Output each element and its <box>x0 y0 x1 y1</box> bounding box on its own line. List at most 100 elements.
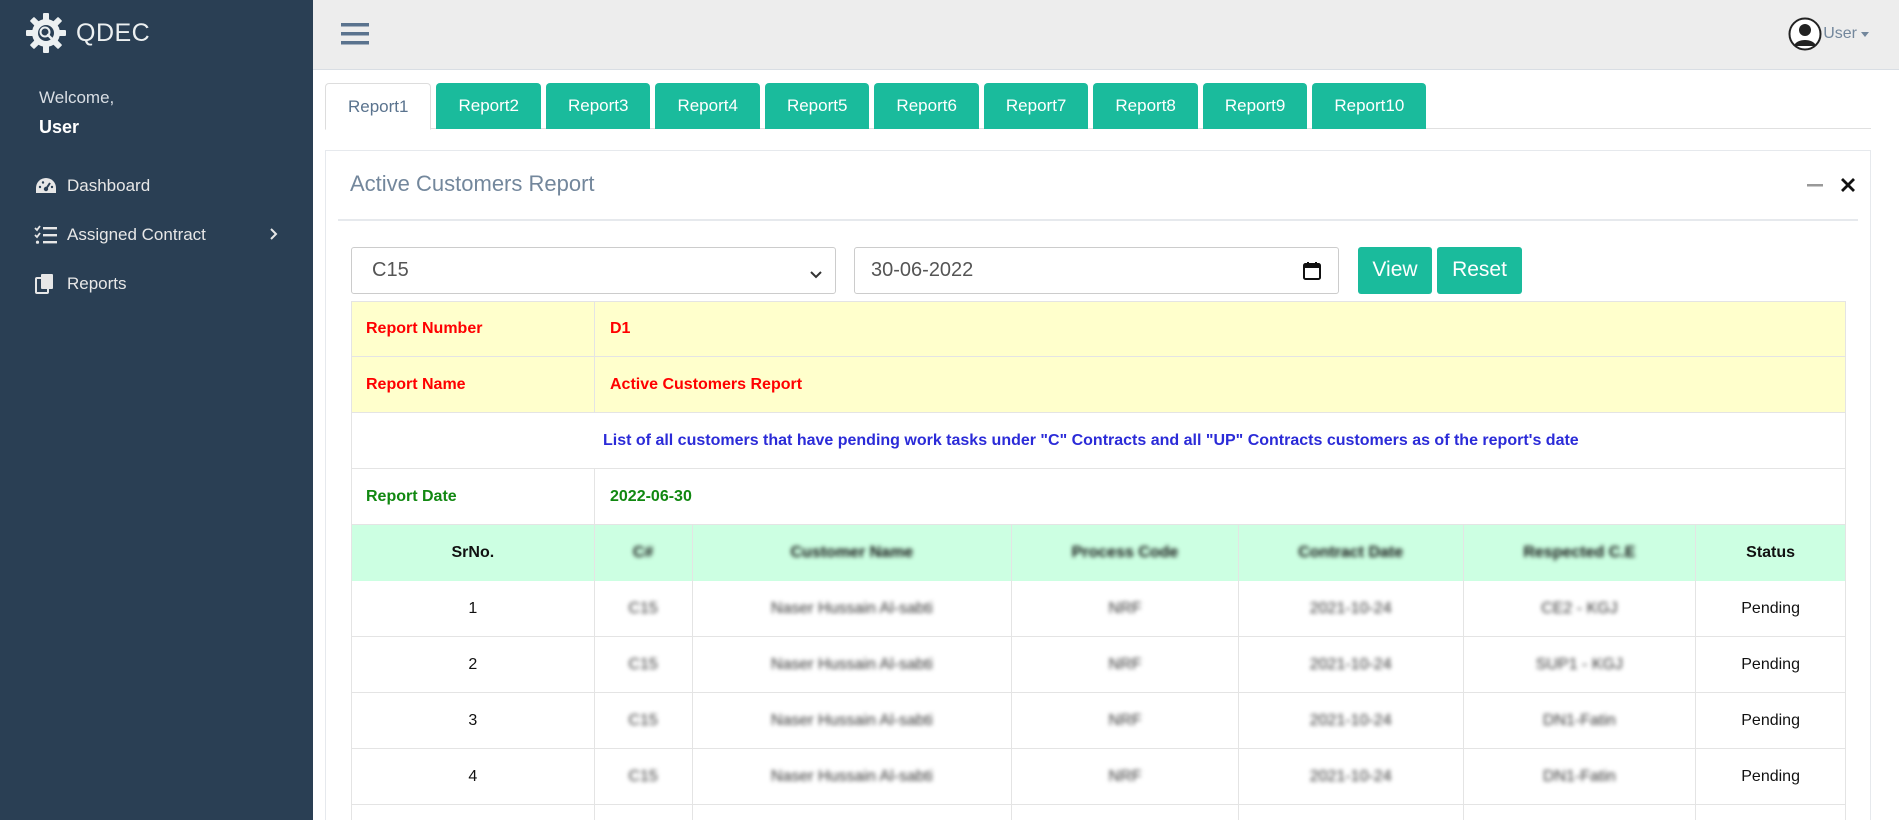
cell-customer-name-text: Naser Hussain Al-sabti <box>770 767 933 785</box>
header-process-code-label: Process Code <box>1071 544 1179 561</box>
header-customer-name-label: Customer Name <box>790 544 914 561</box>
date-input-value: 30-06-2022 <box>871 258 974 281</box>
tab-report2[interactable]: Report2 <box>436 83 541 129</box>
cell-contract-no: C15 <box>595 637 693 692</box>
panel-header: Active Customers Report <box>338 151 1858 221</box>
calendar-icon[interactable] <box>1302 261 1322 281</box>
header-contract-date[interactable]: Contract Date <box>1239 525 1464 581</box>
contract-select[interactable]: C15 <box>351 246 836 294</box>
cell-process-code-text: NRF <box>1108 599 1142 617</box>
cell-srno: 3 <box>352 693 595 748</box>
tab-report3[interactable]: Report3 <box>545 83 651 129</box>
main-content: Report1 Report2 Report3 Report4 Report5 … <box>313 70 1899 820</box>
sidebar-menu: Dashboard Assigned Contract Reports <box>0 161 313 308</box>
header-contract-date-label: Contract Date <box>1298 544 1404 561</box>
cell-contract-no-text: C15 <box>628 711 658 729</box>
sidebar: QDEC Welcome, User Dashboard Assigned Co… <box>0 0 313 820</box>
header-respected-ce[interactable]: Respected C.E <box>1464 525 1697 581</box>
cell-contract-no: C15 <box>595 749 693 804</box>
cell-empty <box>1239 805 1464 820</box>
tab-report1[interactable]: Report1 <box>325 83 432 130</box>
cell-respected-ce-text: SUP1 - KGJ <box>1535 655 1623 673</box>
report-description: List of all customers that have pending … <box>603 431 1579 449</box>
cell-process-code-text: NRF <box>1108 767 1142 785</box>
cell-customer-name: Naser Hussain Al-sabti <box>693 581 1013 636</box>
cell-empty <box>693 805 1013 820</box>
tab-report4[interactable]: Report4 <box>655 83 760 129</box>
tab-report5[interactable]: Report5 <box>764 83 870 129</box>
cell-respected-ce: DN1-Fatin <box>1464 693 1697 748</box>
cell-srno: 1 <box>352 581 595 636</box>
tab-report6[interactable]: Report6 <box>874 83 979 129</box>
gauge-icon <box>34 174 60 198</box>
report-info-table: Report Number D1 Report Name Active Cust… <box>351 301 1846 525</box>
cell-customer-name-text: Naser Hussain Al-sabti <box>770 711 933 729</box>
report-date-input[interactable]: 30-06-2022 <box>854 246 1339 294</box>
report-panel: Active Customers Report C15 30-06-2022 V… <box>325 150 1871 820</box>
welcome-user: User <box>39 117 80 137</box>
cell-srno: 2 <box>352 637 595 692</box>
menu-toggle-icon[interactable] <box>341 20 371 48</box>
header-srno[interactable]: SrNo. <box>352 525 595 581</box>
report-date-row: Report Date 2022-06-30 <box>351 469 1846 525</box>
cell-empty <box>1464 805 1697 820</box>
table-header-row: SrNo. C# Customer Name Process Code Cont… <box>352 525 1845 581</box>
copy-icon <box>34 272 60 296</box>
cell-contract-no-text: C15 <box>628 599 658 617</box>
report-number-value: D1 <box>610 320 631 337</box>
cell-status: Pending <box>1741 599 1800 617</box>
cell-contract-date-text: 2021-10-24 <box>1309 655 1392 673</box>
sidebar-item-reports[interactable]: Reports <box>0 259 313 308</box>
list-check-icon <box>34 223 60 247</box>
brand[interactable]: QDEC <box>0 0 313 66</box>
sidebar-item-label: Assigned Contract <box>67 224 206 244</box>
table-row-partial <box>352 805 1845 820</box>
cell-empty <box>1696 805 1845 820</box>
cell-customer-name: Naser Hussain Al-sabti <box>693 749 1013 804</box>
close-icon[interactable] <box>1838 175 1858 195</box>
report-name-label: Report Name <box>352 357 595 412</box>
cell-customer-name: Naser Hussain Al-sabti <box>693 693 1013 748</box>
user-name: User <box>1823 25 1857 42</box>
cell-empty <box>595 805 693 820</box>
tab-report10[interactable]: Report10 <box>1312 83 1427 129</box>
cell-contract-no: C15 <box>595 693 693 748</box>
cell-contract-date: 2021-10-24 <box>1239 637 1464 692</box>
sidebar-item-assigned-contract[interactable]: Assigned Contract <box>0 210 313 259</box>
caret-down-icon <box>1861 31 1869 37</box>
table-row: 2 C15 Naser Hussain Al-sabti NRF 2021-10… <box>352 637 1845 693</box>
reset-button[interactable]: Reset <box>1437 246 1522 294</box>
user-dropdown[interactable]: User <box>1788 17 1869 51</box>
cell-contract-no-text: C15 <box>628 767 658 785</box>
sidebar-item-dashboard[interactable]: Dashboard <box>0 161 313 210</box>
view-button[interactable]: View <box>1358 246 1432 294</box>
report-name-row: Report Name Active Customers Report <box>351 357 1846 413</box>
header-process-code[interactable]: Process Code <box>1012 525 1239 581</box>
filter-bar: C15 30-06-2022 View Reset <box>351 246 1522 294</box>
report-number-label: Report Number <box>352 302 595 356</box>
tab-report9[interactable]: Report9 <box>1202 83 1308 129</box>
cell-respected-ce: SUP1 - KGJ <box>1464 637 1697 692</box>
cell-customer-name: Naser Hussain Al-sabti <box>693 637 1013 692</box>
cell-empty <box>1012 805 1239 820</box>
table-row: 1 C15 Naser Hussain Al-sabti NRF 2021-10… <box>352 581 1845 637</box>
top-navbar: User <box>313 0 1899 70</box>
tab-report7[interactable]: Report7 <box>983 83 1089 129</box>
cell-respected-ce: CE2 - KGJ <box>1464 581 1697 636</box>
cell-contract-date: 2021-10-24 <box>1239 749 1464 804</box>
header-customer-name[interactable]: Customer Name <box>693 525 1013 581</box>
minimize-icon[interactable] <box>1806 176 1824 194</box>
cell-contract-no-text: C15 <box>628 655 658 673</box>
cell-respected-ce: DN1-Fatin <box>1464 749 1697 804</box>
table-row: 4 C15 Naser Hussain Al-sabti NRF 2021-10… <box>352 749 1845 805</box>
chevron-down-icon <box>809 265 823 279</box>
header-contract-no[interactable]: C# <box>595 525 693 581</box>
cell-customer-name-text: Naser Hussain Al-sabti <box>770 655 933 673</box>
cell-process-code: NRF <box>1012 637 1239 692</box>
header-status[interactable]: Status <box>1696 525 1845 581</box>
cell-contract-date-text: 2021-10-24 <box>1309 599 1392 617</box>
cell-contract-date-text: 2021-10-24 <box>1309 711 1392 729</box>
tab-report8[interactable]: Report8 <box>1093 83 1198 129</box>
header-contract-no-label: C# <box>632 544 654 561</box>
cell-empty <box>352 805 595 820</box>
